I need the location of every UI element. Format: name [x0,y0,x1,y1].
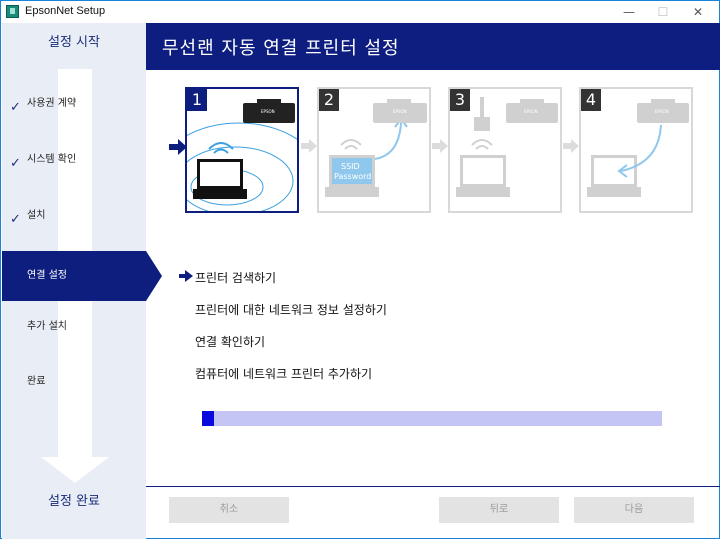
current-task-arrow-icon [179,270,193,282]
sidebar-item-connection-setup: 연결 설정 [2,251,162,301]
step-number: 2 [319,89,339,111]
sidebar-item-system-check: ✓ 시스템 확인 [2,154,146,204]
step-number: 3 [450,89,470,111]
progress-sidebar: 설정 시작 ✓ 사용권 계약 ✓ 시스템 확인 ✓ 설치 연결 설정 추가 설치… [2,23,162,539]
sidebar-item-additional-install: 추가 설치 [2,321,146,371]
step-card-2: 2 EPSON SSID Password [317,87,431,213]
window-title: EpsonNet Setup [25,5,106,17]
close-button[interactable]: ✕ [681,1,715,23]
page-header: 무선랜 자동 연결 프린터 설정 [146,23,720,70]
back-button[interactable]: 뒤로 [439,497,559,523]
task-label: 프린터 검색하기 [195,271,277,285]
sidebar-item-complete: 완료 [2,376,146,426]
step-number: 4 [581,89,601,111]
printer-brand-label: EPSON [524,109,538,114]
check-icon: ✓ [10,212,21,227]
sidebar-item-label: 완료 [27,376,46,387]
next-button[interactable]: 다음 [574,497,694,523]
sidebar-item-license: ✓ 사용권 계약 [2,98,146,148]
footer-divider [146,486,720,487]
sidebar-item-label: 사용권 계약 [27,98,77,109]
sidebar-item-label: 연결 설정 [27,270,67,281]
task-label: 프린터에 대한 네트워크 정보 설정하기 [195,303,387,317]
task-label: 연결 확인하기 [195,335,266,349]
app-icon [6,5,19,18]
sidebar-end-label: 설정 완료 [48,494,100,509]
sidebar-flow-arrow-head [41,457,109,483]
sidebar-start-label: 설정 시작 [48,35,100,50]
printer-brand-label: EPSON [655,109,669,114]
step-arrow-icon [301,139,317,153]
password-label: Password [334,172,372,181]
maximize-button[interactable]: ☐ [646,1,680,23]
title-bar: EpsonNet Setup — ☐ ✕ [1,1,719,23]
step-card-4: 4 EPSON [579,87,693,213]
step-card-3: 3 EPSON [448,87,562,213]
sidebar-item-label: 시스템 확인 [27,154,77,165]
page-title: 무선랜 자동 연결 프린터 설정 [162,38,400,59]
step-number: 1 [187,89,207,111]
step-arrow-icon [563,139,579,153]
cancel-button[interactable]: 취소 [169,497,289,523]
sidebar-item-label: 추가 설치 [27,321,67,332]
app-window: EpsonNet Setup — ☐ ✕ 설정 시작 ✓ 사용권 계약 ✓ 시스… [0,0,720,539]
task-label: 컴퓨터에 네트워크 프린터 추가하기 [195,367,373,381]
printer-brand-label: EPSON [261,109,275,114]
sidebar-item-label: 설치 [27,210,46,221]
progress-bar-fill [202,411,214,426]
printer-brand-label: EPSON [393,109,407,114]
check-icon: ✓ [10,100,21,115]
step-card-1: 1 EPSON [185,87,299,213]
minimize-button[interactable]: — [612,1,646,23]
step-arrow-icon [432,139,448,153]
step-diagram: 1 EPSON 2 EPSON SSID Password 3 EPSON 4 … [161,85,701,217]
check-icon: ✓ [10,156,21,171]
ssid-label: SSID [341,162,360,171]
progress-bar [202,411,662,426]
